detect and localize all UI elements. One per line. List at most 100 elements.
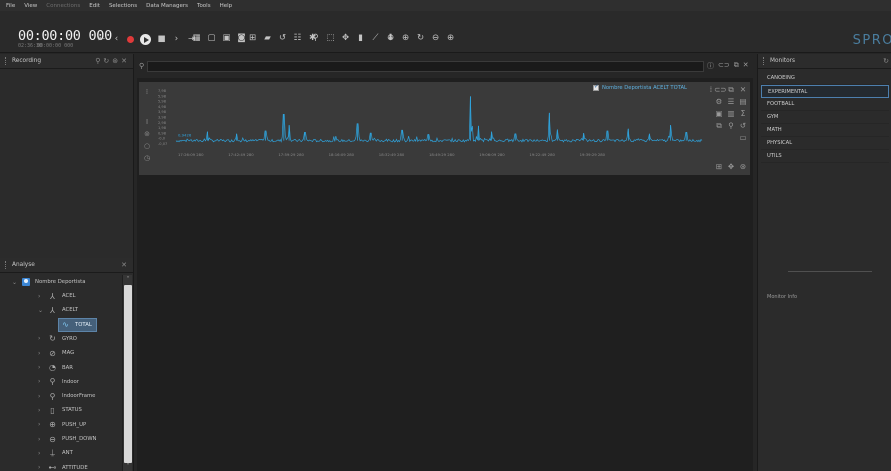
drag-handle[interactable] — [5, 261, 7, 269]
tree-item[interactable]: › ⊘ MAG — [38, 346, 74, 360]
speed-down-icon[interactable]: ⊖ — [431, 34, 440, 43]
tree-item[interactable]: › ◔ BAR — [38, 361, 73, 375]
chevron-right-icon[interactable]: › — [38, 450, 45, 457]
chevron-right-icon[interactable]: › — [38, 436, 45, 443]
tree-root[interactable]: ⌄ Nombre Deportista — [12, 275, 85, 289]
grid-icon[interactable]: ⊞ — [248, 34, 257, 43]
reset-icon[interactable]: ↻ — [416, 34, 425, 43]
drag-handle-icon[interactable]: ⁞ — [142, 86, 152, 98]
menu-item-tools[interactable]: Tools — [197, 3, 211, 9]
monitor-item-math[interactable]: MATH — [761, 124, 889, 137]
tree-item[interactable]: ⌄ ⅄ ACELT — [38, 303, 78, 317]
measure-icon[interactable]: ⟋ — [371, 34, 380, 43]
sync-icon[interactable]: ⊛ — [738, 162, 748, 172]
pin-icon[interactable]: ✥ — [726, 162, 736, 172]
cycle-icon[interactable]: ↺ — [278, 34, 287, 43]
record-button[interactable] — [127, 36, 134, 43]
step-forward-icon[interactable]: › — [172, 35, 181, 44]
legend-checkbox[interactable] — [593, 84, 599, 91]
monitor-item-physical[interactable]: PHYSICAL — [761, 137, 889, 150]
grid-icon[interactable]: ⊞ — [714, 162, 724, 172]
zoom-in-icon[interactable]: ⊕ — [401, 34, 410, 43]
tree-item[interactable]: › ⊷ ATTITUDE — [38, 461, 88, 471]
close-icon[interactable]: ✕ — [738, 85, 748, 95]
chevron-right-icon[interactable]: › — [38, 464, 45, 471]
step-back-icon[interactable]: ‹ — [112, 35, 121, 44]
menu-item-view[interactable]: View — [24, 3, 37, 9]
info-icon[interactable]: ⓘ — [707, 61, 714, 71]
line-chart[interactable]: 7,985,985,984,983,983,982,981,980,98-0,0… — [154, 84, 714, 174]
chevron-right-icon[interactable]: › — [38, 378, 45, 385]
users-icon[interactable]: ☷ — [293, 34, 302, 43]
chevron-right-icon[interactable]: › — [38, 350, 45, 357]
chevron-right-icon[interactable]: › — [38, 335, 45, 342]
copy-icon[interactable]: ⧉ — [714, 121, 724, 131]
tree-scrollbar[interactable]: ˄ ˅ — [122, 275, 132, 471]
scroll-down-icon[interactable]: ˅ — [123, 463, 133, 470]
clock-icon[interactable]: ◷ — [142, 152, 152, 164]
chevron-right-icon[interactable]: › — [38, 364, 45, 371]
cursor-icon[interactable]: I — [142, 116, 152, 128]
window-icon[interactable]: ▢ — [207, 34, 216, 43]
scroll-up-icon[interactable]: ˄ — [123, 276, 133, 283]
stop-icon[interactable]: ■ — [157, 35, 166, 44]
refresh-icon[interactable]: ↻ — [103, 57, 109, 65]
chevron-right-icon[interactable]: › — [38, 393, 45, 400]
menu-item-file[interactable]: File — [6, 3, 15, 9]
zoom-icon[interactable]: ⚲ — [726, 121, 736, 131]
menu-item-help[interactable]: Help — [220, 3, 233, 9]
tree-item[interactable]: › ⍊ ANT — [38, 446, 73, 460]
zoom-icon[interactable]: ⚲ — [311, 34, 320, 43]
move-icon[interactable]: ✥ — [341, 34, 350, 43]
gear-icon[interactable]: ⚙ — [714, 97, 724, 107]
circle-icon[interactable]: ○ — [142, 140, 152, 152]
tree-item[interactable]: › ⊕ PUSH_UP — [38, 418, 86, 432]
monitor-item-football[interactable]: FOOTBALL — [761, 98, 889, 111]
skip-start-icon[interactable]: ⇤ — [97, 35, 106, 44]
history-icon[interactable]: ↺ — [738, 121, 748, 131]
comment-icon[interactable]: ▭ — [738, 133, 748, 143]
filter-icon[interactable]: ⊛ — [112, 57, 118, 65]
target-icon[interactable]: ⊚ — [142, 128, 152, 140]
bar-chart-icon[interactable]: ▮ — [356, 34, 365, 43]
chevron-down-icon[interactable]: ⌄ — [38, 307, 45, 314]
drag-handle[interactable] — [5, 57, 7, 65]
table-icon[interactable]: ▤ — [738, 97, 748, 107]
layout-icon[interactable]: ▦ — [192, 34, 201, 43]
duplicate-icon[interactable]: ⧉ — [726, 85, 736, 95]
link-icon[interactable]: ⊂⊃ — [718, 61, 730, 71]
play-button[interactable] — [140, 34, 151, 45]
close-icon[interactable]: ✕ — [121, 261, 127, 269]
sigma-icon[interactable]: Σ — [738, 109, 748, 119]
camera-icon[interactable]: ◙ — [237, 34, 246, 43]
tree-item[interactable]: › ⚲ IndoorFrame — [38, 389, 95, 403]
monitor-item-utils[interactable]: UTILS — [761, 150, 889, 163]
video-icon[interactable]: ▰ — [263, 34, 272, 43]
chevron-down-icon[interactable]: ⌄ — [12, 279, 19, 286]
select-rect-icon[interactable]: ⬚ — [326, 34, 335, 43]
chevron-right-icon[interactable]: › — [38, 293, 45, 300]
close-icon[interactable]: ✕ — [121, 57, 127, 65]
menu-item-selections[interactable]: Selections — [109, 3, 137, 9]
monitor-item-experimental[interactable]: EXPERIMENTAL — [761, 85, 889, 98]
speed-up-icon[interactable]: ⊕ — [446, 34, 455, 43]
tree-item[interactable]: ∿ TOTAL — [58, 317, 97, 332]
tree-item[interactable]: › ▯ STATUS — [38, 403, 82, 417]
monitor-item-canoeing[interactable]: CANOEING — [761, 72, 889, 85]
tree-item[interactable]: › ⚲ Indoor — [38, 375, 79, 389]
refresh-icon[interactable]: ↻ — [883, 57, 889, 65]
list-icon[interactable]: ☰ — [726, 97, 736, 107]
close-icon[interactable]: ✕ — [743, 61, 749, 71]
chevron-right-icon[interactable]: › — [38, 407, 45, 414]
drag-handle[interactable] — [763, 57, 765, 65]
search-icon[interactable]: ⚲ — [95, 57, 100, 65]
menu-item-data-managers[interactable]: Data Managers — [146, 3, 188, 9]
search-input[interactable]: ⚲ — [139, 61, 704, 72]
duplicate-icon[interactable]: ⧉ — [734, 61, 739, 71]
link-icon[interactable]: ⊂⊃ — [714, 85, 727, 95]
tree-item[interactable]: › ↻ GYRO — [38, 332, 77, 346]
save-icon[interactable]: ▣ — [222, 34, 231, 43]
chart-legend[interactable]: Nombre Deportista ACELT TOTAL — [593, 84, 687, 91]
menu-item-edit[interactable]: Edit — [89, 3, 100, 9]
file-icon[interactable]: ▥ — [726, 109, 736, 119]
